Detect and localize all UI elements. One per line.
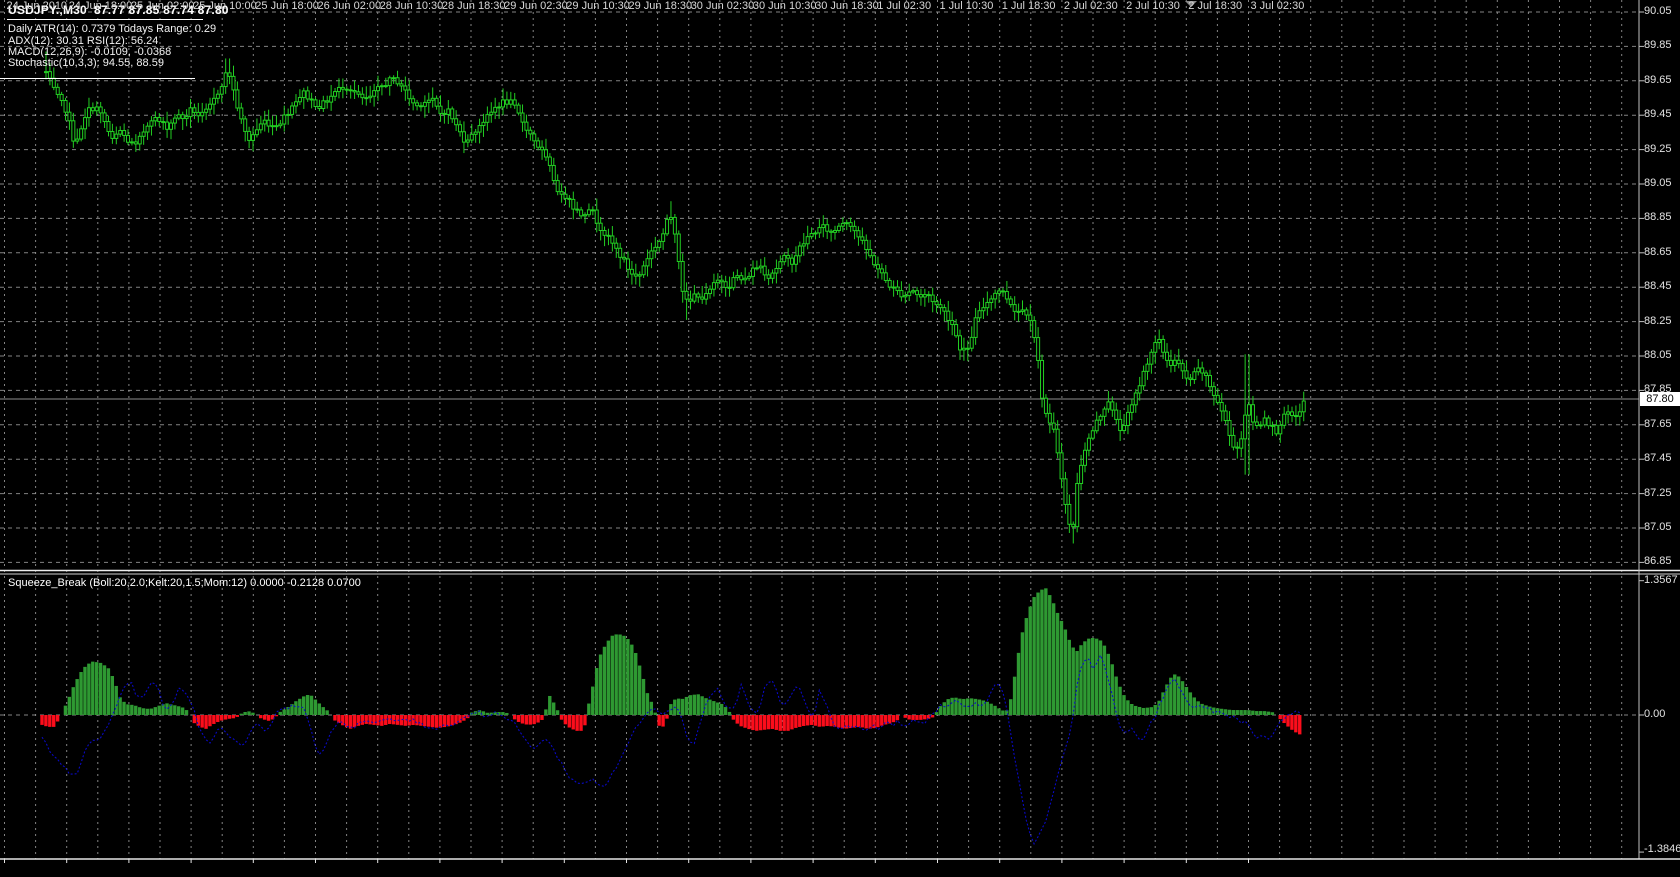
time-axis-label: 29 Jun 18:30: [628, 0, 693, 12]
time-axis-label: 30 Jun 10:30: [752, 0, 817, 12]
price-axis-label: 88.05: [1644, 349, 1672, 361]
time-axis[interactable]: [0, 859, 1680, 877]
time-axis-label: 30 Jun 02:30: [690, 0, 755, 12]
time-axis-label: 24 Jun 2010: [6, 0, 68, 12]
time-axis-label: 28 Jun 18:30: [441, 0, 506, 12]
time-axis-label: 2 Jul 02:30: [1063, 0, 1118, 12]
price-axis-label: 90.05: [1644, 5, 1672, 17]
time-axis-label: 1 Jul 02:30: [877, 0, 932, 12]
price-axis-label: 87.25: [1644, 486, 1672, 499]
price-axis-label: 87.45: [1644, 452, 1672, 465]
time-axis-label: 24 Jun 18:00: [68, 0, 133, 12]
subwindow-axis-label: 0.00: [1644, 708, 1666, 720]
time-axis-label: 1 Jul 18:30: [1001, 0, 1056, 12]
price-axis-label: 88.45: [1644, 280, 1672, 293]
time-axis-label: 1 Jul 10:30: [939, 0, 994, 12]
candlestick-series: [44, 51, 1306, 544]
subwindow-axis-label: -1.3846: [1644, 843, 1680, 855]
price-axis-label: 88.65: [1644, 245, 1672, 258]
mt4-chart-window: USDJPY.,M30 87.77 87.85 87.74 87.80 Dail…: [0, 0, 1680, 877]
price-axis-label: 86.85: [1644, 555, 1672, 568]
chart-canvas[interactable]: [0, 0, 1680, 877]
time-axis-label: 28 Jun 10:30: [379, 0, 444, 12]
time-axis-label: 25 Jun 18:00: [255, 0, 319, 12]
time-axis-label: 25 Jun 10:00: [193, 0, 257, 12]
time-axis-label: 29 Jun 02:30: [504, 0, 568, 12]
price-axis-label: 87.05: [1644, 521, 1672, 533]
price-axis-label: 87.65: [1644, 417, 1672, 430]
time-axis-label: 25 Jun 02:00: [130, 0, 195, 12]
price-axis-label: 89.25: [1644, 142, 1672, 155]
time-axis-label: 2 Jul 18:30: [1188, 0, 1243, 12]
price-axis-label: 88.85: [1644, 211, 1672, 224]
time-axis-label: 26 Jun 02:00: [317, 0, 382, 12]
price-axis-label: 89.85: [1644, 39, 1672, 52]
price-axis-label: 89.65: [1644, 73, 1672, 86]
price-axis-label: 89.05: [1644, 177, 1672, 189]
squeeze-break-histogram: [40, 588, 1302, 846]
time-axis-label: 30 Jun 18:30: [815, 0, 879, 12]
price-axis-label: 88.25: [1644, 314, 1672, 327]
price-axis-label: 87.85: [1644, 383, 1672, 396]
time-axis-label: 29 Jun 10:30: [566, 0, 630, 12]
time-axis-label: 3 Jul 02:30: [1250, 0, 1305, 12]
time-axis-label: 2 Jul 10:30: [1126, 0, 1180, 12]
price-axis-label: 89.45: [1644, 108, 1672, 121]
subwindow-axis-label: 1.3567: [1644, 573, 1678, 586]
